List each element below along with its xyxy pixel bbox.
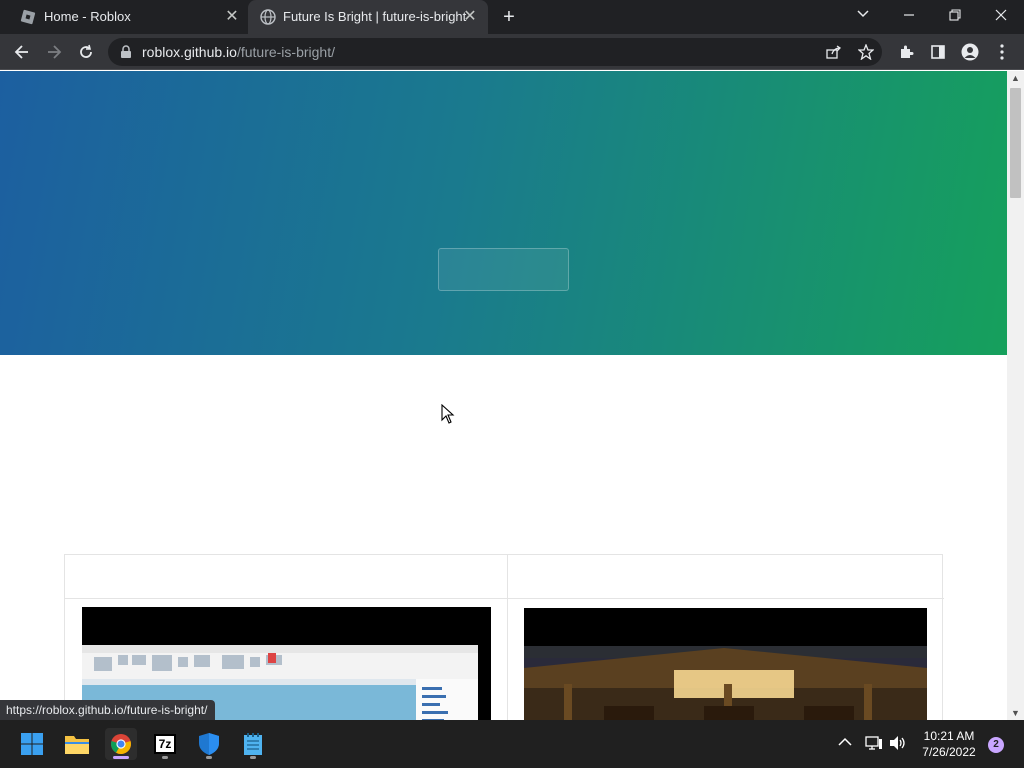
page-viewport — [0, 71, 1007, 720]
tab-title: Home - Roblox — [44, 9, 131, 24]
scrollbar-thumb[interactable] — [1010, 88, 1021, 198]
file-explorer-icon[interactable] — [61, 728, 93, 760]
profile-icon[interactable] — [958, 40, 982, 64]
lock-icon[interactable] — [120, 45, 132, 59]
table-divider — [507, 555, 508, 720]
7zip-label: 7z — [154, 734, 176, 754]
tab-title: Future Is Bright | future-is-bright — [283, 9, 467, 24]
share-icon[interactable] — [826, 45, 842, 59]
address-bar[interactable]: roblox.github.io/future-is-bright/ — [108, 38, 882, 66]
status-url: https://roblox.github.io/future-is-brigh… — [6, 703, 208, 717]
clock-time: 10:21 AM — [923, 729, 975, 743]
tab-home-roblox[interactable]: Home - Roblox ✕ — [0, 0, 248, 34]
security-icon[interactable] — [193, 728, 225, 760]
running-app-indicator — [162, 756, 168, 759]
volume-icon[interactable] — [889, 735, 907, 754]
close-window-icon[interactable] — [989, 5, 1013, 29]
extensions-icon[interactable] — [894, 40, 918, 64]
page-scrollbar[interactable]: ▲ ▼ — [1007, 71, 1024, 720]
browser-toolbar: roblox.github.io/future-is-bright/ — [0, 34, 1024, 70]
bookmark-star-icon[interactable] — [858, 44, 874, 60]
forward-icon[interactable] — [42, 40, 66, 64]
menu-kebab-icon[interactable] — [990, 40, 1014, 64]
hero-banner — [0, 71, 1007, 355]
tab-search-icon[interactable] — [851, 5, 875, 29]
minimize-icon[interactable] — [897, 5, 921, 29]
url-host: roblox.github.io — [142, 44, 237, 60]
chrome-icon[interactable] — [105, 728, 137, 760]
link-status-bubble: https://roblox.github.io/future-is-brigh… — [0, 700, 216, 720]
network-icon[interactable] — [865, 735, 883, 754]
mouse-cursor-icon — [441, 404, 455, 424]
roblox-icon — [20, 9, 36, 25]
future-lighting-screenshot-thumbnail[interactable] — [524, 608, 927, 720]
running-app-indicator — [206, 756, 212, 759]
scroll-down-arrow[interactable]: ▼ — [1007, 706, 1024, 720]
clock-date: 7/26/2022 — [922, 745, 976, 759]
side-panel-icon[interactable] — [926, 40, 950, 64]
tab-future-is-bright[interactable]: Future Is Bright | future-is-bright ✕ — [248, 0, 488, 34]
globe-icon — [260, 9, 276, 25]
browser-tab-strip: Home - Roblox ✕ Future Is Bright | futur… — [0, 0, 1024, 34]
scroll-up-arrow[interactable]: ▲ — [1007, 71, 1024, 85]
reload-icon[interactable] — [74, 40, 98, 64]
back-icon[interactable] — [10, 40, 34, 64]
active-app-indicator — [113, 756, 129, 759]
new-tab-button[interactable]: + — [498, 6, 520, 28]
hero-button[interactable] — [438, 248, 569, 291]
table-divider — [65, 598, 944, 599]
windows-taskbar: 7z 10:21 AM 7/26/2022 — [0, 720, 1024, 768]
7zip-icon[interactable]: 7z — [149, 728, 181, 760]
running-app-indicator — [250, 756, 256, 759]
address-url: roblox.github.io/future-is-bright/ — [142, 44, 335, 60]
system-clock[interactable]: 10:21 AM 7/26/2022 — [916, 728, 982, 760]
close-tab-icon[interactable]: ✕ — [222, 7, 242, 27]
screenshot-comparison-table — [64, 554, 944, 720]
notification-badge[interactable]: 2 — [988, 737, 1004, 753]
start-icon[interactable] — [16, 728, 48, 760]
restore-icon[interactable] — [943, 5, 967, 29]
show-hidden-icons-chevron-icon[interactable] — [838, 734, 852, 750]
url-path: /future-is-bright/ — [236, 44, 335, 60]
close-tab-icon[interactable]: ✕ — [460, 7, 480, 27]
notepad-icon[interactable] — [237, 728, 269, 760]
